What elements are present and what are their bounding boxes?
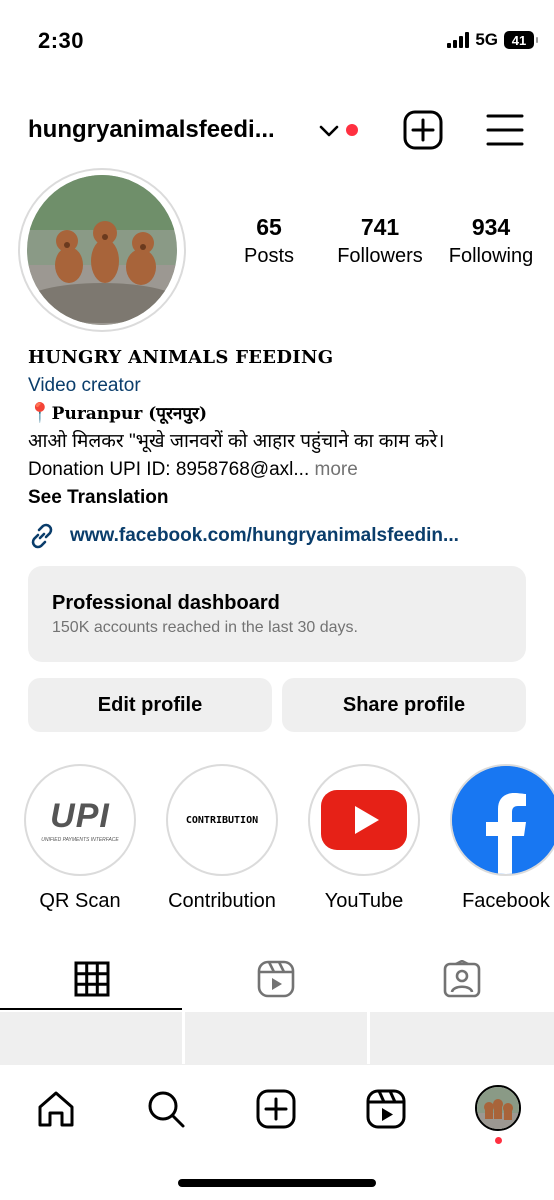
- highlight-contribution[interactable]: CONTRIBUTION Contribution: [162, 764, 282, 913]
- highlight-label: QR Scan: [39, 890, 121, 912]
- home-indicator[interactable]: [178, 1179, 376, 1187]
- status-right: 5G 41: [447, 30, 538, 50]
- link-icon: [31, 523, 53, 549]
- highlight-cover: UPI UNIFIED PAYMENTS INTERFACE: [24, 764, 136, 876]
- hamburger-menu-icon[interactable]: [486, 112, 524, 148]
- post-thumbnail[interactable]: [370, 1012, 554, 1064]
- posts-count[interactable]: 65 Posts: [240, 214, 298, 268]
- tab-reels[interactable]: [184, 948, 368, 1010]
- highlight-cover: CONTRIBUTION: [166, 764, 278, 876]
- plus-square-icon[interactable]: [403, 110, 443, 150]
- website-url: www.facebook.com/hungryanimalsfeedin...: [70, 525, 459, 546]
- following-value: 934: [471, 214, 511, 240]
- grid-icon: [74, 961, 110, 997]
- upi-logo-sub: UNIFIED PAYMENTS INTERFACE: [41, 837, 119, 843]
- reels-icon: [257, 960, 295, 998]
- status-bar: 2:30 5G 41: [0, 0, 554, 80]
- following-count[interactable]: 934 Following: [442, 214, 540, 268]
- chevron-down-icon[interactable]: [318, 122, 340, 140]
- facebook-icon: [452, 766, 554, 874]
- professional-dashboard[interactable]: Professional dashboard 150K accounts rea…: [28, 566, 526, 662]
- followers-count[interactable]: 741 Followers: [330, 214, 430, 268]
- location-text: Puranpur (पूरनपुर): [51, 404, 208, 424]
- website-link[interactable]: www.facebook.com/hungryanimalsfeedin...: [28, 522, 459, 550]
- profile-bio: HUNGRY ANIMALS FEEDING Video creator 📍Pu…: [28, 344, 538, 512]
- highlight-facebook[interactable]: Facebook: [446, 764, 554, 913]
- nav-profile-avatar[interactable]: [475, 1085, 521, 1131]
- post-thumbnail[interactable]: [185, 1012, 367, 1064]
- nav-home[interactable]: [34, 1087, 78, 1131]
- followers-label: Followers: [337, 245, 423, 267]
- bottom-navigation: [0, 1064, 554, 1200]
- battery-level: 41: [511, 32, 527, 48]
- location-line: 📍Puranpur (पूरनपुर): [28, 400, 538, 428]
- profile-avatar-ring[interactable]: [18, 168, 186, 332]
- bio-line-2: Donation UPI ID: 8958768@axl... more: [28, 456, 538, 484]
- profile-header: hungryanimalsfeedi...: [28, 108, 528, 154]
- bio-line-1: आओ मिलकर "भूखे जानवरों को आहार पहुंचाने …: [28, 431, 445, 452]
- upi-logo: UPI: [50, 797, 110, 835]
- highlight-label: Facebook: [462, 890, 550, 912]
- following-label: Following: [448, 245, 534, 267]
- nav-search[interactable]: [144, 1087, 188, 1131]
- network-type: 5G: [475, 30, 498, 49]
- profile-notification-dot: [495, 1137, 502, 1144]
- active-tab-indicator: [0, 1008, 182, 1010]
- post-thumbnail[interactable]: [0, 1012, 182, 1064]
- dashboard-title: Professional dashboard: [52, 592, 280, 614]
- reels-icon: [366, 1089, 406, 1129]
- category-label: Video creator: [28, 375, 141, 396]
- home-icon: [38, 1091, 74, 1127]
- highlight-qr-scan[interactable]: UPI UNIFIED PAYMENTS INTERFACE QR Scan: [20, 764, 140, 913]
- see-translation-link[interactable]: See Translation: [28, 484, 538, 512]
- highlight-label: Contribution: [168, 890, 276, 912]
- youtube-icon: [321, 790, 407, 850]
- notification-dot: [346, 124, 358, 136]
- share-profile-button[interactable]: Share profile: [282, 678, 526, 732]
- highlight-cover: [450, 764, 554, 876]
- highlight-cover: [308, 764, 420, 876]
- nav-reels[interactable]: [364, 1087, 408, 1131]
- bio-upi-text: Donation UPI ID: 8958768@axl...: [28, 459, 310, 480]
- bio-more-link[interactable]: more: [309, 459, 358, 480]
- search-icon: [148, 1091, 185, 1128]
- edit-profile-button[interactable]: Edit profile: [28, 678, 272, 732]
- followers-value: 741: [360, 214, 400, 240]
- signal-icon: [447, 32, 470, 48]
- posts-label: Posts: [243, 245, 295, 267]
- contribution-cover-text: CONTRIBUTION: [185, 814, 259, 826]
- tab-grid[interactable]: [0, 948, 184, 1010]
- dashboard-subtitle: 150K accounts reached in the last 30 day…: [52, 619, 358, 636]
- nav-create[interactable]: [254, 1087, 298, 1131]
- battery-icon: 41: [504, 31, 538, 49]
- username-switcher[interactable]: hungryanimalsfeedi...: [28, 116, 275, 144]
- highlight-label: YouTube: [324, 890, 404, 912]
- profile-avatar[interactable]: [27, 175, 177, 325]
- highlight-youtube[interactable]: YouTube: [304, 764, 424, 913]
- tab-tagged[interactable]: [370, 948, 554, 1010]
- posts-value: 65: [256, 214, 282, 240]
- pin-icon: 📍: [28, 403, 52, 424]
- create-icon: [256, 1089, 296, 1129]
- status-time: 2:30: [38, 28, 85, 53]
- tagged-icon: [443, 960, 481, 998]
- display-name: HUNGRY ANIMALS FEEDING: [28, 347, 334, 368]
